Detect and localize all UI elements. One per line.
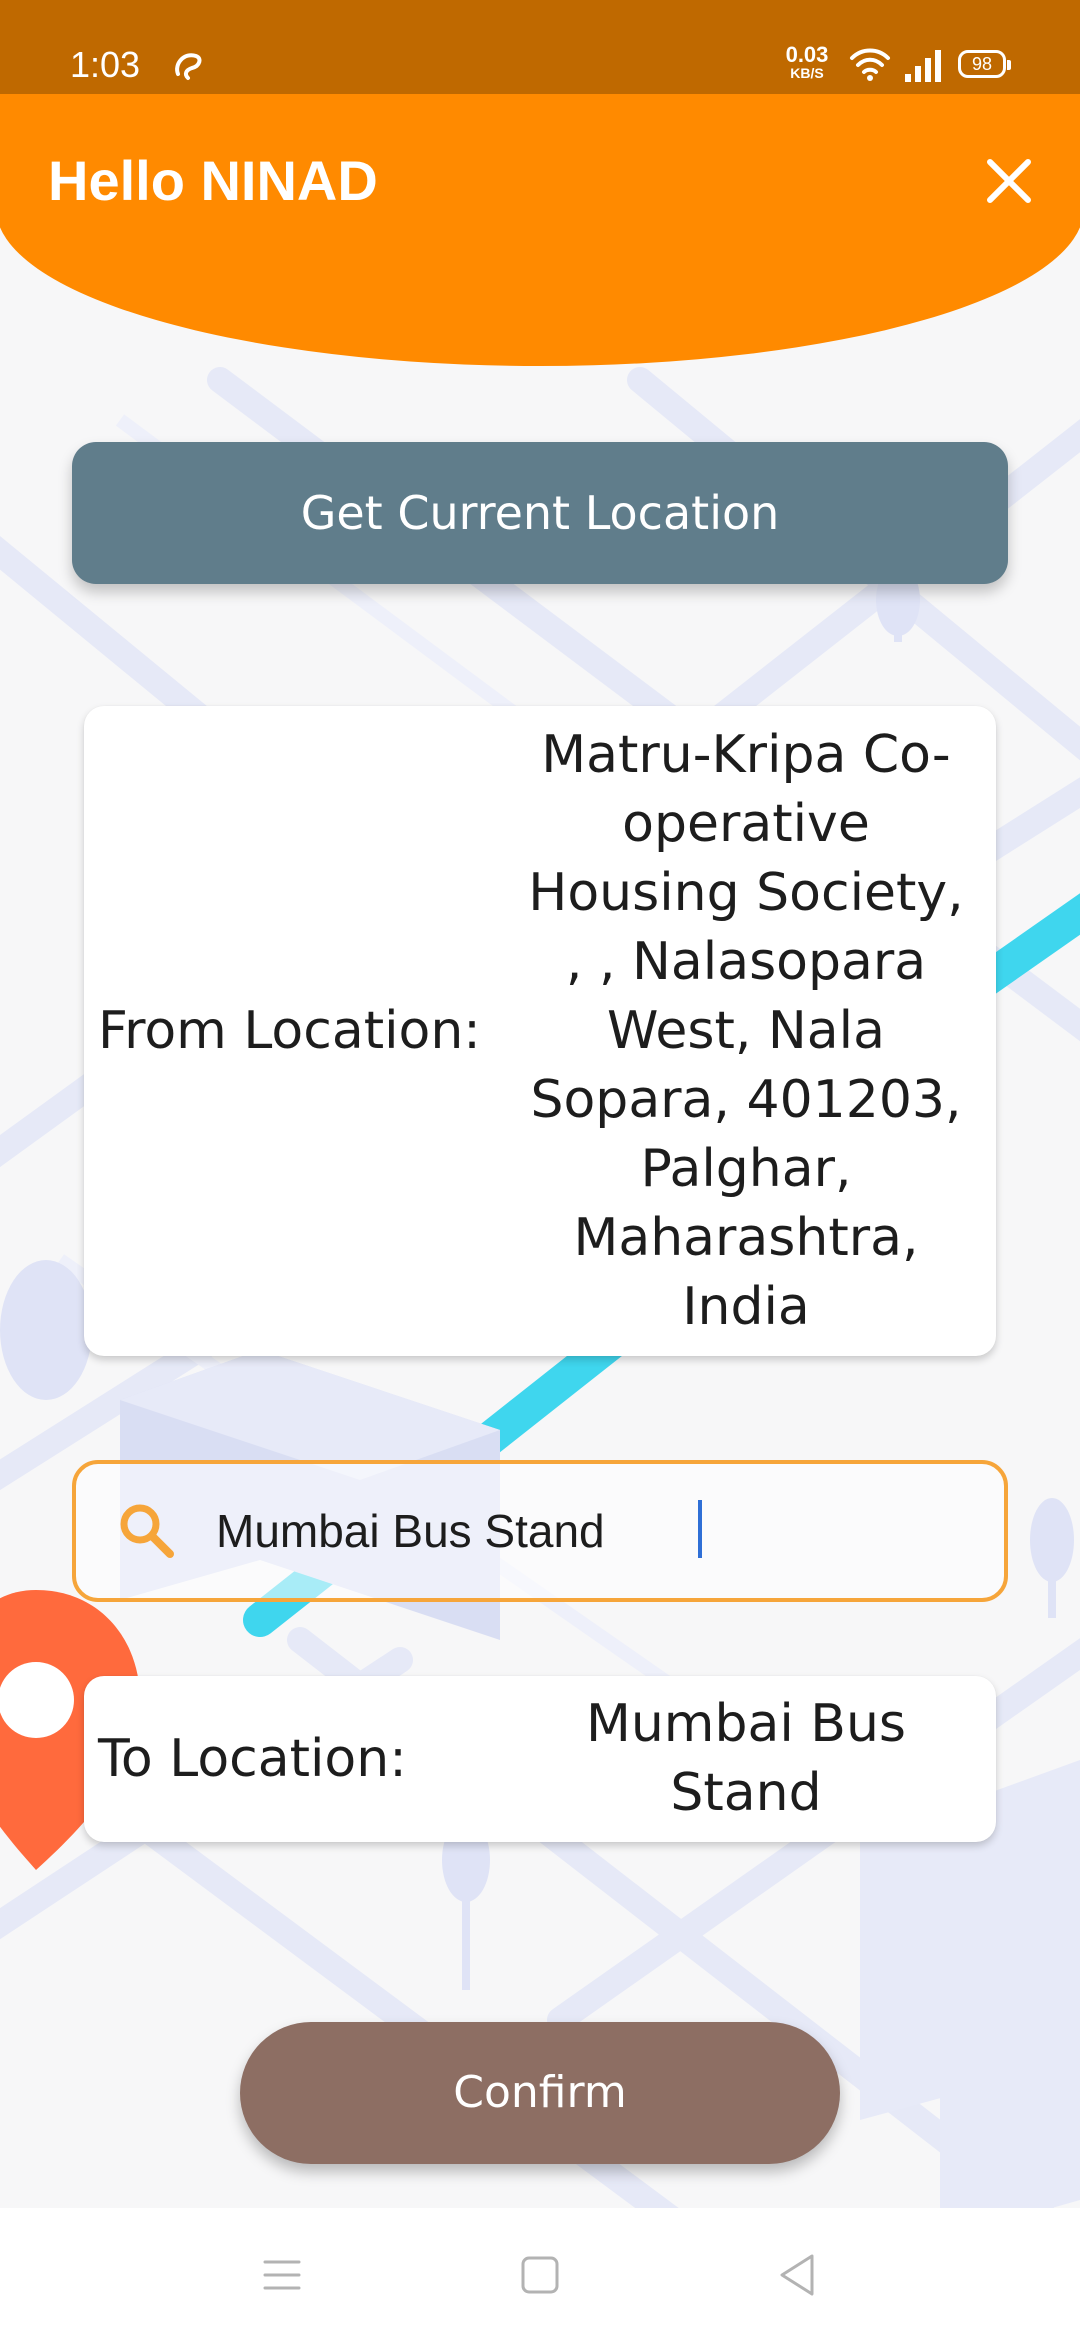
confirm-button[interactable]: Confirm	[240, 2022, 840, 2164]
to-location-value: Mumbai Bus Stand	[585, 1694, 907, 1823]
search-icon	[120, 1504, 174, 1558]
back-icon[interactable]	[772, 2250, 822, 2300]
signal-icon	[905, 50, 941, 82]
destination-search-field[interactable]	[72, 1460, 1008, 1602]
get-current-location-button[interactable]: Get Current Location	[72, 442, 1008, 584]
screen: 1:03 0.03 KB/S 98 Hello NINAD Get Curren…	[0, 0, 1080, 2340]
destination-search-input[interactable]	[216, 1488, 976, 1574]
to-location-card: To Location: Mumbai Bus Stand	[84, 1676, 996, 1842]
from-location-label: From Location:	[98, 1001, 481, 1061]
app-notification-icon	[175, 53, 202, 80]
network-speed-unit: KB/S	[790, 65, 824, 81]
wifi-icon	[850, 48, 890, 81]
from-location-value: Matru-Kripa Co-operative Housing Society…	[528, 724, 964, 1337]
battery-indicator: 98	[958, 50, 1011, 78]
home-icon[interactable]	[515, 2250, 565, 2300]
status-time: 1:03	[70, 44, 141, 85]
network-speed: 0.03 KB/S	[780, 42, 834, 81]
page-title: Hello NINAD	[48, 149, 378, 212]
from-location-card: From Location: Matru-Kripa Co-operative …	[84, 706, 996, 1356]
text-cursor	[698, 1500, 702, 1558]
status-bar: 1:03 0.03 KB/S 98	[0, 0, 1080, 96]
network-speed-value: 0.03	[785, 42, 829, 67]
to-location-label: To Location:	[98, 1729, 407, 1789]
menu-icon[interactable]	[257, 2250, 307, 2300]
system-navigation-bar	[0, 2208, 1080, 2340]
close-icon[interactable]	[978, 150, 1040, 212]
